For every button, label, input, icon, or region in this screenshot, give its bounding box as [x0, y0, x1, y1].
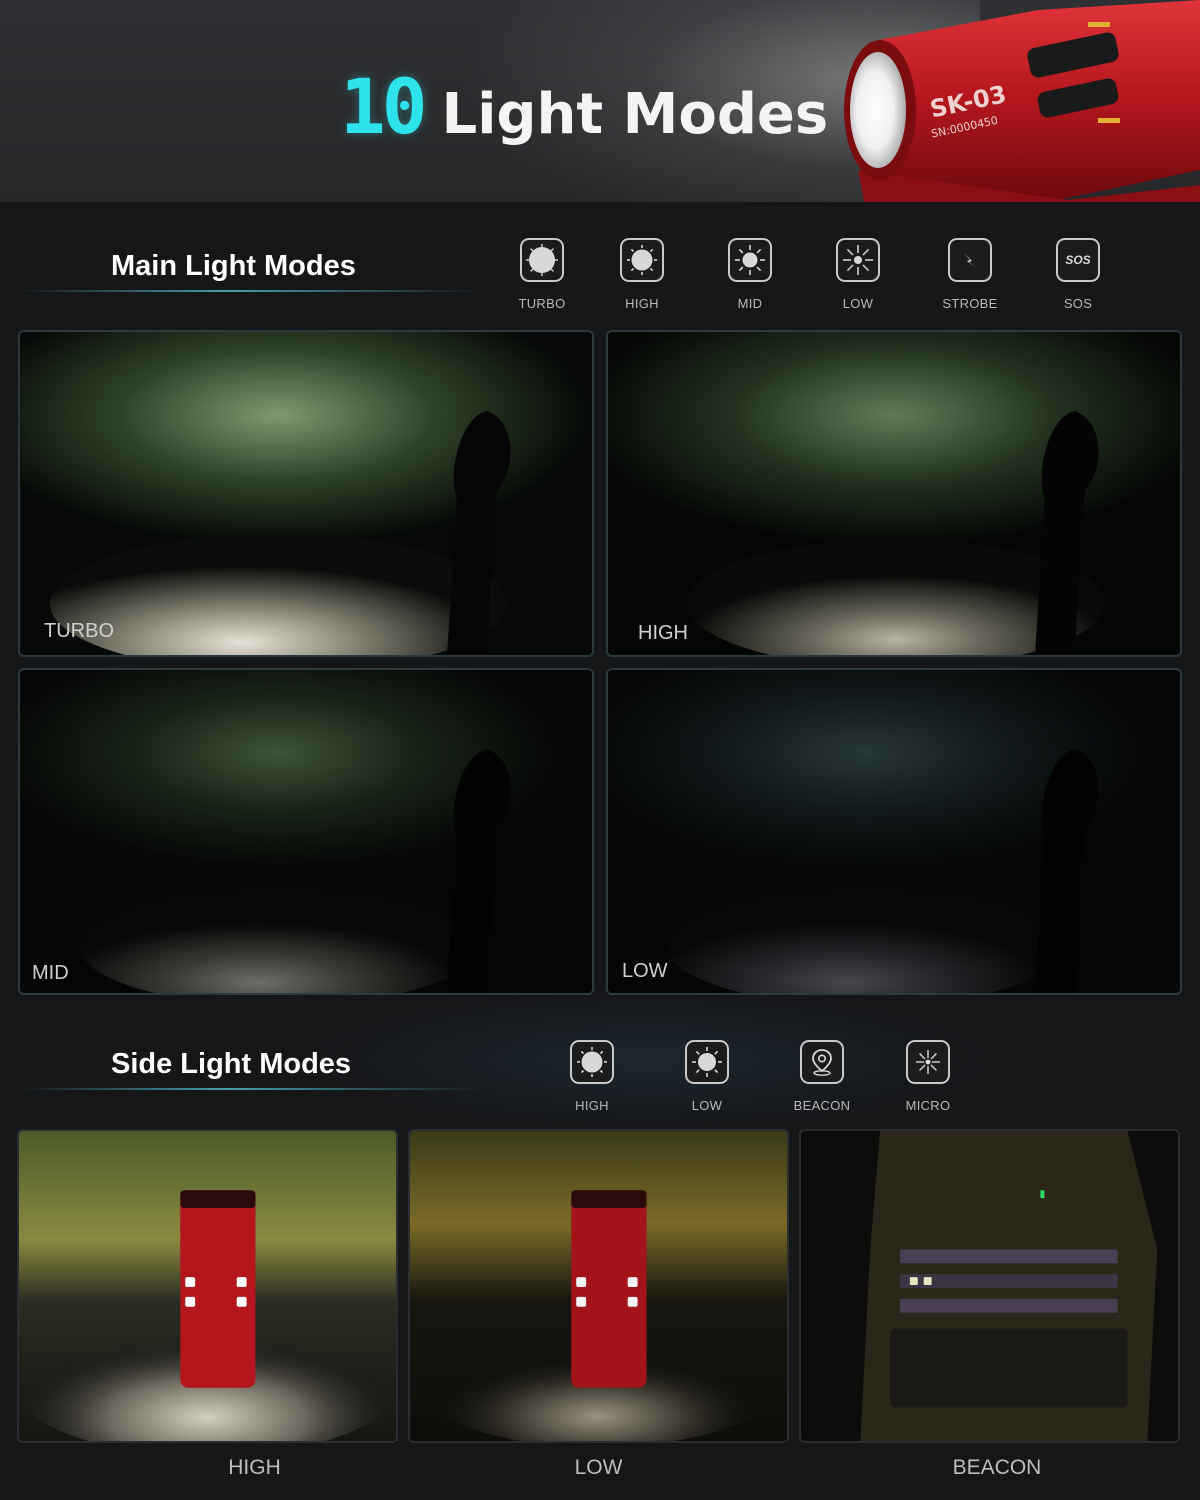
main-section-title: Main Light Modes: [111, 250, 356, 282]
side-mode-icon-micro: MICRO: [880, 1040, 976, 1113]
photo-low: LOW: [606, 668, 1182, 995]
sun-micro-icon: [906, 1040, 950, 1084]
photo-turbo: TURBO: [18, 330, 594, 657]
sun-high-icon: [570, 1040, 614, 1084]
side-photo-high: [17, 1129, 398, 1443]
side-photo-beacon: [799, 1129, 1180, 1443]
mode-icon-turbo: TURBO: [494, 238, 590, 311]
mode-icon-strobe: STROBE: [922, 238, 1018, 311]
side-mode-label-low: LOW: [691, 1098, 723, 1113]
lightning-icon: [948, 238, 992, 282]
mode-label-low: LOW: [842, 296, 874, 311]
hero-text: Light Modes: [441, 82, 829, 147]
hero-number: 10: [340, 62, 427, 151]
mode-label-mid: MID: [737, 296, 763, 311]
mode-icon-mid: MID: [702, 238, 798, 311]
photo-high: HIGH: [606, 330, 1182, 657]
photo-label-mid: MID: [32, 962, 69, 984]
sun-low-icon: [836, 238, 880, 282]
side-section-underline: [20, 1088, 480, 1090]
side-mode-label-high: HIGH: [575, 1098, 609, 1113]
flashlight-image: SK-03 SN:0000450: [844, 0, 1200, 202]
sun-low-icon: [685, 1040, 729, 1084]
photo-label-high: HIGH: [638, 622, 688, 644]
side-mode-label-beacon: BEACON: [793, 1098, 851, 1113]
header-banner: 10 Light Modes SK-03 SN:0000450: [0, 0, 1200, 202]
sun-high-icon: [620, 238, 664, 282]
side-caption-beacon: BEACON: [952, 1456, 1042, 1479]
hero-title: 10 Light Modes: [340, 62, 828, 151]
mode-icon-high: HIGH: [594, 238, 690, 311]
mode-label-sos: SOS: [1063, 296, 1093, 311]
side-caption-low: LOW: [574, 1456, 623, 1479]
location-pin-icon: [800, 1040, 844, 1084]
sun-mid-icon: [728, 238, 772, 282]
photo-mid: MID: [18, 668, 594, 995]
sun-turbo-icon: [520, 238, 564, 282]
mode-label-high: HIGH: [625, 296, 659, 311]
main-section-underline: [20, 290, 480, 292]
photo-label-turbo: TURBO: [44, 620, 114, 642]
mode-label-turbo: TURBO: [518, 296, 566, 311]
sos-icon: SOS: [1056, 238, 1100, 282]
mode-icon-sos: SOS SOS: [1030, 238, 1126, 311]
mode-icon-low: LOW: [810, 238, 906, 311]
photo-label-low: LOW: [622, 960, 668, 982]
side-section-title: Side Light Modes: [111, 1048, 352, 1080]
side-mode-icon-beacon: BEACON: [774, 1040, 870, 1113]
mode-label-strobe: STROBE: [942, 296, 998, 311]
side-mode-label-micro: MICRO: [905, 1098, 951, 1113]
side-mode-icon-high: HIGH: [544, 1040, 640, 1113]
side-mode-icon-low: LOW: [659, 1040, 755, 1113]
side-photo-low: [408, 1129, 789, 1443]
